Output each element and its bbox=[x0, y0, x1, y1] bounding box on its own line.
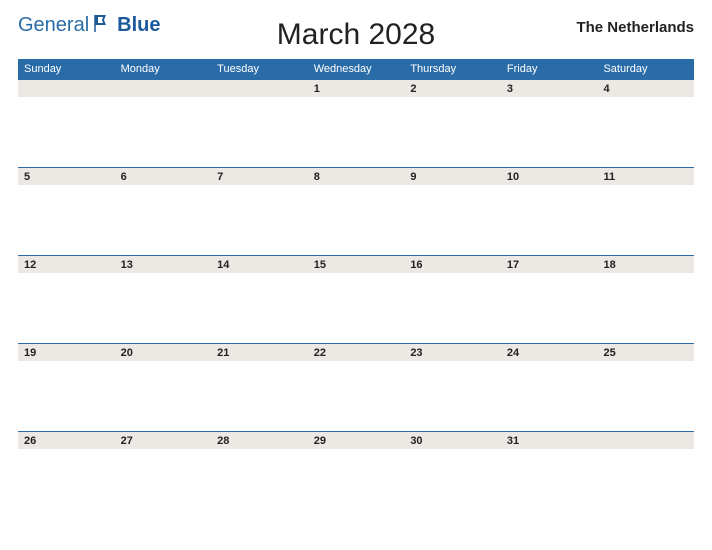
date-cell: 18 bbox=[597, 259, 694, 271]
date-cell: 26 bbox=[18, 435, 115, 447]
week-body bbox=[18, 449, 694, 519]
page-title: March 2028 bbox=[277, 18, 435, 52]
date-cell: 27 bbox=[115, 435, 212, 447]
date-cell: 31 bbox=[501, 435, 598, 447]
day-headers-row: Sunday Monday Tuesday Wednesday Thursday… bbox=[18, 59, 694, 79]
week-row: 1 2 3 4 bbox=[18, 79, 694, 167]
week-body bbox=[18, 185, 694, 255]
date-cell: 30 bbox=[404, 435, 501, 447]
day-header-mon: Monday bbox=[115, 63, 212, 75]
date-cell: 5 bbox=[18, 171, 115, 183]
date-cell: 14 bbox=[211, 259, 308, 271]
week-row: 5 6 7 8 9 10 11 bbox=[18, 167, 694, 255]
date-cell: 7 bbox=[211, 171, 308, 183]
date-cell: 15 bbox=[308, 259, 405, 271]
date-cell: 21 bbox=[211, 347, 308, 359]
date-cell: 13 bbox=[115, 259, 212, 271]
date-cell: 28 bbox=[211, 435, 308, 447]
week-row: 19 20 21 22 23 24 25 bbox=[18, 343, 694, 431]
day-header-fri: Friday bbox=[501, 63, 598, 75]
day-header-sat: Saturday bbox=[597, 63, 694, 75]
date-cell: 19 bbox=[18, 347, 115, 359]
date-cell: 23 bbox=[404, 347, 501, 359]
day-header-thu: Thursday bbox=[404, 63, 501, 75]
day-header-wed: Wednesday bbox=[308, 63, 405, 75]
date-row: 26 27 28 29 30 31 bbox=[18, 431, 694, 449]
day-header-sun: Sunday bbox=[18, 63, 115, 75]
week-row: 26 27 28 29 30 31 bbox=[18, 431, 694, 519]
day-header-tue: Tuesday bbox=[211, 63, 308, 75]
region-label: The Netherlands bbox=[576, 19, 694, 36]
week-body bbox=[18, 97, 694, 167]
date-cell: 3 bbox=[501, 83, 598, 95]
date-cell: 24 bbox=[501, 347, 598, 359]
date-row: 19 20 21 22 23 24 25 bbox=[18, 343, 694, 361]
logo-text-blue: Blue bbox=[117, 14, 160, 37]
date-row: 5 6 7 8 9 10 11 bbox=[18, 167, 694, 185]
header: General Blue March 2028 The Netherlands bbox=[18, 12, 694, 39]
date-cell: 25 bbox=[597, 347, 694, 359]
date-cell: 16 bbox=[404, 259, 501, 271]
date-cell: 6 bbox=[115, 171, 212, 183]
week-body bbox=[18, 361, 694, 431]
date-cell: 4 bbox=[597, 83, 694, 95]
logo: General Blue bbox=[18, 12, 161, 39]
date-cell: 2 bbox=[404, 83, 501, 95]
date-cell: 12 bbox=[18, 259, 115, 271]
date-cell: 17 bbox=[501, 259, 598, 271]
date-row: 12 13 14 15 16 17 18 bbox=[18, 255, 694, 273]
date-cell: 22 bbox=[308, 347, 405, 359]
date-row: 1 2 3 4 bbox=[18, 79, 694, 97]
flag-icon bbox=[93, 12, 115, 39]
date-cell: 20 bbox=[115, 347, 212, 359]
date-cell: 29 bbox=[308, 435, 405, 447]
date-cell: 1 bbox=[308, 83, 405, 95]
date-cell: 9 bbox=[404, 171, 501, 183]
week-body bbox=[18, 273, 694, 343]
date-cell: 10 bbox=[501, 171, 598, 183]
week-row: 12 13 14 15 16 17 18 bbox=[18, 255, 694, 343]
date-cell: 8 bbox=[308, 171, 405, 183]
calendar: Sunday Monday Tuesday Wednesday Thursday… bbox=[18, 59, 694, 519]
logo-text-general: General bbox=[18, 14, 89, 37]
date-cell: 11 bbox=[597, 171, 694, 183]
